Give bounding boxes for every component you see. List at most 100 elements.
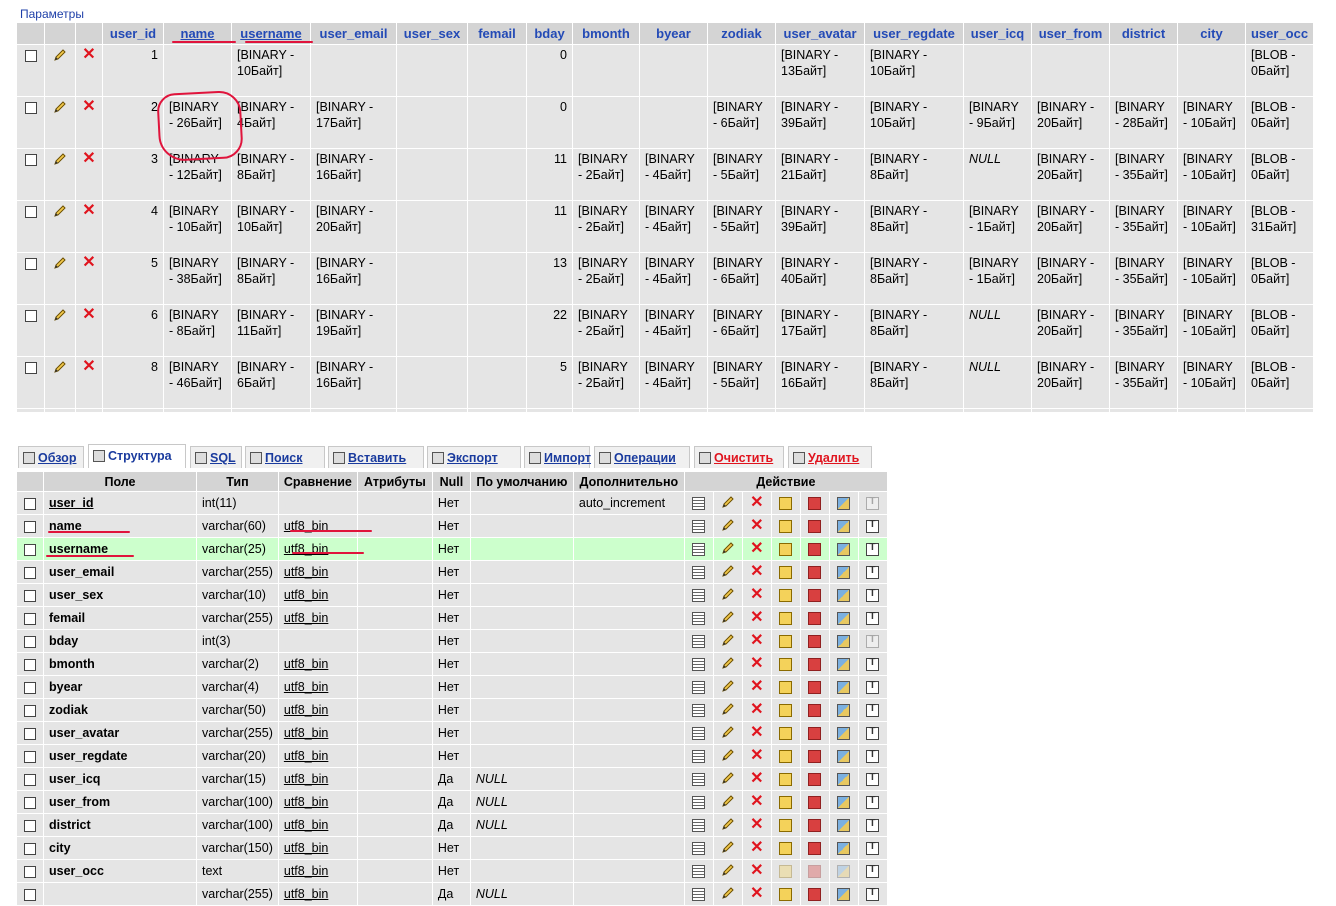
primary-key-icon[interactable] [779, 773, 793, 787]
browse-distinct-icon[interactable] [692, 819, 706, 833]
field-checkbox[interactable] [24, 681, 36, 694]
edit-pencil-icon[interactable] [720, 540, 736, 559]
primary-key-icon[interactable] [779, 589, 793, 603]
index-icon[interactable] [837, 865, 851, 879]
column-header-city[interactable]: city [1178, 23, 1245, 44]
field-checkbox[interactable] [24, 865, 36, 878]
index-icon[interactable] [837, 681, 851, 695]
primary-key-icon[interactable] [779, 888, 793, 902]
fulltext-icon[interactable] [866, 634, 880, 649]
index-icon[interactable] [837, 658, 851, 672]
field-checkbox[interactable] [24, 658, 36, 671]
field-checkbox[interactable] [24, 635, 36, 648]
row-checkbox[interactable] [24, 101, 37, 114]
delete-x-icon[interactable]: ✕ [82, 98, 95, 115]
browse-distinct-icon[interactable] [692, 842, 706, 856]
unique-icon[interactable] [808, 497, 822, 511]
edit-pencil-icon[interactable] [720, 724, 736, 743]
browse-distinct-icon[interactable] [692, 520, 706, 534]
browse-distinct-icon[interactable] [692, 612, 706, 626]
column-header-user_regdate[interactable]: user_regdate [865, 23, 963, 44]
fulltext-icon[interactable] [866, 496, 880, 511]
row-checkbox[interactable] [24, 309, 37, 322]
unique-icon[interactable] [808, 727, 822, 741]
column-header-district[interactable]: district [1110, 23, 1177, 44]
primary-key-icon[interactable] [779, 727, 793, 741]
column-header-user_avatar[interactable]: user_avatar [776, 23, 864, 44]
browse-distinct-icon[interactable] [692, 497, 706, 511]
delete-x-icon[interactable]: ✕ [82, 306, 95, 323]
unique-icon[interactable] [808, 543, 822, 557]
fulltext-icon[interactable] [866, 519, 880, 534]
primary-key-icon[interactable] [779, 497, 793, 511]
primary-key-icon[interactable] [779, 612, 793, 626]
unique-icon[interactable] [808, 865, 822, 879]
drop-x-icon[interactable]: ✕ [750, 839, 763, 856]
edit-pencil-icon[interactable] [720, 747, 736, 766]
edit-pencil-icon[interactable] [52, 411, 68, 412]
tab-search[interactable]: Поиск [245, 446, 325, 468]
drop-x-icon[interactable]: ✕ [750, 862, 763, 879]
field-checkbox[interactable] [24, 566, 36, 579]
column-header-user_icq[interactable]: user_icq [964, 23, 1031, 44]
tab-insert[interactable]: Вставить [328, 446, 424, 468]
unique-icon[interactable] [808, 681, 822, 695]
delete-x-icon[interactable]: ✕ [82, 358, 95, 375]
edit-pencil-icon[interactable] [52, 99, 68, 119]
row-checkbox[interactable] [24, 257, 37, 270]
index-icon[interactable] [837, 819, 851, 833]
unique-icon[interactable] [808, 589, 822, 603]
field-checkbox[interactable] [24, 704, 36, 717]
primary-key-icon[interactable] [779, 635, 793, 649]
edit-pencil-icon[interactable] [720, 632, 736, 651]
index-icon[interactable] [837, 497, 851, 511]
column-header-user_id[interactable]: user_id [103, 23, 163, 44]
drop-x-icon[interactable]: ✕ [750, 747, 763, 764]
fulltext-icon[interactable] [866, 887, 880, 902]
parameters-link[interactable]: Параметры [20, 7, 84, 21]
primary-key-icon[interactable] [779, 704, 793, 718]
index-icon[interactable] [837, 727, 851, 741]
fulltext-icon[interactable] [866, 588, 880, 603]
tab-sql[interactable]: SQL [190, 446, 242, 468]
unique-icon[interactable] [808, 750, 822, 764]
tab-export[interactable]: Экспорт [427, 446, 521, 468]
fulltext-icon[interactable] [866, 657, 880, 672]
index-icon[interactable] [837, 796, 851, 810]
edit-pencil-icon[interactable] [52, 203, 68, 223]
browse-distinct-icon[interactable] [692, 727, 706, 741]
delete-x-icon[interactable]: ✕ [82, 410, 95, 413]
fulltext-icon[interactable] [866, 795, 880, 810]
row-checkbox[interactable] [24, 153, 37, 166]
field-checkbox[interactable] [24, 543, 36, 556]
field-checkbox[interactable] [24, 773, 36, 786]
primary-key-icon[interactable] [779, 819, 793, 833]
drop-x-icon[interactable]: ✕ [750, 701, 763, 718]
index-icon[interactable] [837, 612, 851, 626]
field-checkbox[interactable] [24, 750, 36, 763]
edit-pencil-icon[interactable] [720, 816, 736, 835]
primary-key-icon[interactable] [779, 520, 793, 534]
unique-icon[interactable] [808, 773, 822, 787]
unique-icon[interactable] [808, 842, 822, 856]
primary-key-icon[interactable] [779, 842, 793, 856]
field-checkbox[interactable] [24, 520, 36, 533]
drop-x-icon[interactable]: ✕ [750, 816, 763, 833]
index-icon[interactable] [837, 842, 851, 856]
drop-x-icon[interactable]: ✕ [750, 655, 763, 672]
edit-pencil-icon[interactable] [720, 563, 736, 582]
drop-x-icon[interactable]: ✕ [750, 494, 763, 511]
tab-operations[interactable]: Операции [594, 446, 690, 468]
unique-icon[interactable] [808, 566, 822, 580]
browse-distinct-icon[interactable] [692, 566, 706, 580]
edit-pencil-icon[interactable] [720, 609, 736, 628]
primary-key-icon[interactable] [779, 658, 793, 672]
edit-pencil-icon[interactable] [720, 770, 736, 789]
edit-pencil-icon[interactable] [720, 517, 736, 536]
edit-pencil-icon[interactable] [720, 862, 736, 881]
tab-browse[interactable]: Обзор [18, 446, 84, 468]
fulltext-icon[interactable] [866, 542, 880, 557]
edit-pencil-icon[interactable] [720, 839, 736, 858]
primary-key-icon[interactable] [779, 543, 793, 557]
fulltext-icon[interactable] [866, 864, 880, 879]
